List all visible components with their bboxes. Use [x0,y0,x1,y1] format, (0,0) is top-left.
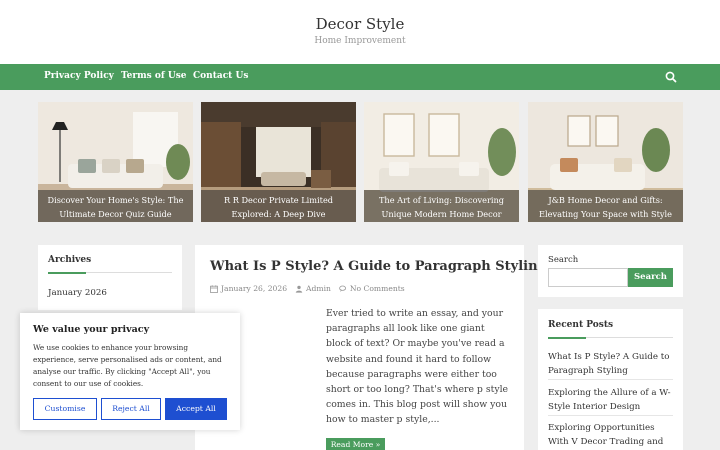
featured-post-caption[interactable]: Discover Your Home's Style: The Ultimate… [38,190,193,222]
customise-button[interactable]: Customise [33,398,97,420]
featured-post-caption[interactable]: R R Decor Private Limited Explored: A De… [201,190,356,222]
post-date[interactable]: January 26, 2026 [210,284,287,293]
cookie-title: We value your privacy [33,324,150,335]
site-header: Decor Style Home Improvement [0,0,720,64]
post-author-text: Admin [306,284,331,293]
comment-icon [339,285,346,292]
calendar-icon [210,284,218,293]
featured-post-caption[interactable]: J&B Home Decor and Gifts: Elevating Your… [528,190,683,222]
accept-all-button[interactable]: Accept All [165,398,227,420]
post-title[interactable]: What Is P Style? A Guide to Paragraph St… [210,259,547,274]
recent-posts-title: Recent Posts [548,320,614,330]
featured-post-caption[interactable]: The Art of Living: Discovering Unique Mo… [364,190,519,222]
site-title[interactable]: Decor Style [0,15,720,33]
widget-divider [48,272,172,274]
post-card: What Is P Style? A Guide to Paragraph St… [195,245,547,450]
archives-title: Archives [48,255,92,265]
search-button[interactable]: Search [628,268,673,287]
list-divider [548,415,673,416]
recent-posts-widget: Recent Posts What Is P Style? A Guide to… [538,309,683,450]
search-widget: Search Search [538,245,683,297]
site-tagline: Home Improvement [314,36,406,46]
post-comments-text: No Comments [349,284,405,293]
post-comments[interactable]: No Comments [339,284,405,293]
main-navigation: Privacy Policy Terms of Use Contact Us [0,64,720,90]
post-date-text: January 26, 2026 [221,284,288,293]
featured-post-card[interactable]: The Art of Living: Discovering Unique Mo… [364,102,519,222]
search-label: Search [548,255,579,265]
nav-contact-us[interactable]: Contact Us [193,71,248,81]
search-input[interactable] [548,268,628,287]
recent-post-link[interactable]: Exploring the Allure of a W-Style Interi… [548,386,678,414]
post-excerpt: Ever tried to write an essay, and your p… [326,308,509,426]
nav-privacy-policy[interactable]: Privacy Policy [44,71,114,81]
cookie-text: We use cookies to enhance your browsing … [33,343,222,388]
recent-post-link[interactable]: Exploring Opportunities With V Decor Tra… [548,421,678,449]
read-more-button[interactable]: Read More » [326,438,385,450]
widget-divider [548,337,673,339]
user-icon [295,285,303,293]
search-icon[interactable] [664,70,678,84]
featured-post-card[interactable]: R R Decor Private Limited Explored: A De… [201,102,356,222]
reject-all-button[interactable]: Reject All [101,398,161,420]
post-meta: January 26, 2026 Admin No Comments [210,284,413,293]
archive-link[interactable]: January 2026 [48,286,178,300]
list-divider [548,379,673,380]
recent-post-link[interactable]: What Is P Style? A Guide to Paragraph St… [548,350,678,378]
featured-post-card[interactable]: J&B Home Decor and Gifts: Elevating Your… [528,102,683,222]
post-author[interactable]: Admin [295,284,331,293]
cookie-consent-banner: We value your privacy We use cookies to … [20,313,240,430]
archives-widget: Archives January 2026 [38,245,182,310]
nav-terms-of-use[interactable]: Terms of Use [121,71,187,81]
featured-post-card[interactable]: Discover Your Home's Style: The Ultimate… [38,102,193,222]
